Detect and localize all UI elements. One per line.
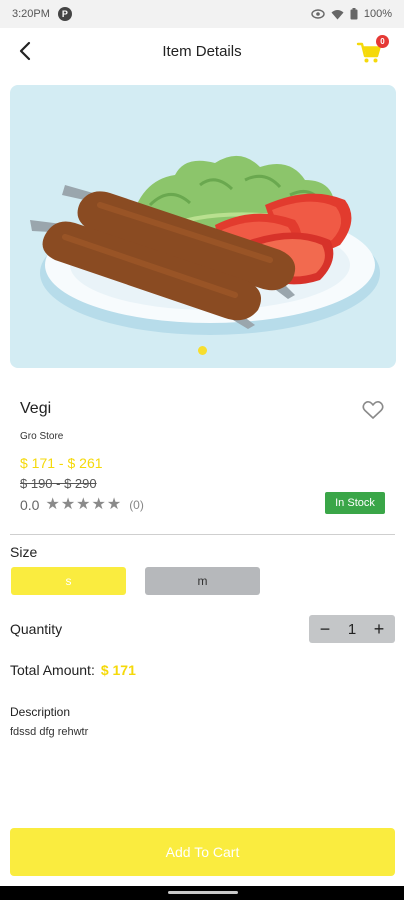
system-navigation-bar	[0, 886, 404, 900]
eye-icon	[311, 9, 325, 19]
battery-level: 100%	[363, 8, 392, 20]
size-option-m[interactable]: m	[145, 567, 260, 595]
stock-status-badge: In Stock	[325, 492, 385, 514]
favorite-button[interactable]	[361, 398, 385, 422]
total-amount-value: $ 171	[100, 662, 136, 678]
battery-icon	[350, 8, 358, 20]
decrement-button[interactable]: −	[317, 620, 333, 638]
price-range: $ 171 - $ 261	[20, 455, 103, 471]
home-gesture-handle[interactable]	[168, 891, 238, 894]
product-image-carousel[interactable]	[10, 85, 396, 368]
size-label: Size	[10, 544, 38, 560]
rating-row: 0.0 ★ ★ ★ ★ ★ (0)	[20, 497, 144, 514]
back-button[interactable]	[8, 34, 42, 68]
store-name: Gro Store	[20, 431, 64, 442]
wifi-icon	[331, 9, 344, 19]
star-icon: ★	[106, 496, 122, 513]
app-bar: Item Details 0	[0, 28, 404, 74]
status-bar: 3:20PM P 100%	[0, 0, 404, 28]
product-name: Vegi	[20, 400, 52, 417]
rating-value: 0.0	[20, 497, 40, 513]
description-label: Description	[10, 705, 71, 719]
original-price-range: $ 190 - $ 290	[20, 476, 97, 491]
increment-button[interactable]: +	[371, 620, 387, 638]
carousel-indicator-dot[interactable]	[198, 346, 207, 355]
review-count: (0)	[129, 498, 144, 512]
total-amount-label: Total Amount:	[10, 662, 95, 678]
heart-outline-icon	[362, 400, 384, 419]
divider	[10, 534, 395, 535]
add-to-cart-button[interactable]: Add To Cart	[10, 828, 395, 876]
quantity-stepper: − 1 +	[309, 615, 395, 643]
star-rating: ★ ★ ★ ★ ★	[45, 497, 121, 513]
size-option-s[interactable]: s	[11, 567, 126, 595]
star-icon: ★	[91, 496, 106, 513]
quantity-value: 1	[347, 620, 357, 638]
status-time: 3:20PM	[12, 8, 50, 20]
quantity-label: Quantity	[10, 621, 63, 637]
product-image	[30, 155, 380, 335]
page-title: Item Details	[162, 42, 242, 60]
notification-p-icon: P	[57, 7, 72, 21]
star-icon: ★	[45, 496, 60, 513]
star-icon: ★	[60, 496, 76, 513]
cart-button[interactable]: 0	[356, 35, 389, 66]
star-icon: ★	[76, 496, 91, 513]
cart-count-badge: 0	[376, 35, 389, 48]
back-arrow-icon	[19, 41, 31, 61]
total-amount-row: Total Amount: $ 171	[10, 662, 136, 678]
description-text: fdssd dfg rehwtr	[10, 726, 89, 738]
status-icons: 100%	[311, 8, 392, 20]
